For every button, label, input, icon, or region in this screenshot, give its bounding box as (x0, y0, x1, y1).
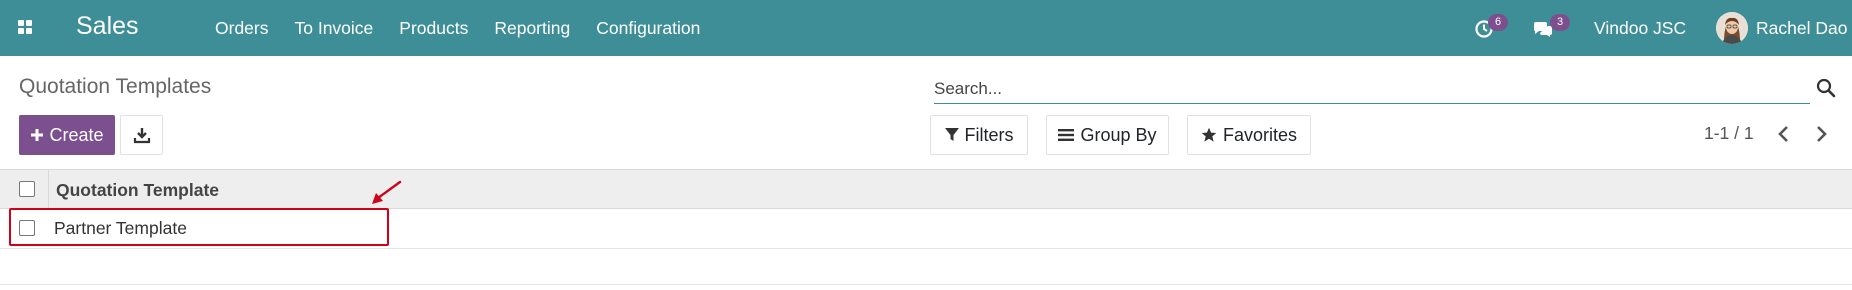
menu-item-to-invoice[interactable]: To Invoice (281, 0, 386, 56)
filters-button[interactable]: Filters (930, 115, 1028, 155)
chevron-right-icon[interactable] (1810, 123, 1832, 145)
activity-button[interactable]: 6 (1474, 0, 1514, 56)
user-menu[interactable]: Rachel Dao (1716, 0, 1847, 56)
annotation-highlight-box (9, 208, 389, 246)
create-button[interactable]: Create (19, 115, 115, 155)
favorites-label: Favorites (1222, 124, 1298, 145)
pager-value[interactable]: 1-1 / 1 (1704, 123, 1754, 144)
table-bottom-border (0, 284, 1852, 285)
avatar (1716, 12, 1748, 44)
column-header-quotation-template[interactable]: Quotation Template (56, 180, 219, 201)
top-navbar: Sales Orders To Invoice Products Reporti… (0, 0, 1852, 56)
message-count-badge: 3 (1550, 14, 1570, 31)
plus-icon (31, 129, 44, 141)
breadcrumb: Quotation Templates (19, 75, 212, 98)
chevron-left-icon[interactable] (1773, 123, 1795, 145)
company-switcher[interactable]: Vindoo JSC (1594, 0, 1686, 56)
create-label: Create (49, 124, 104, 145)
user-name: Rachel Dao (1756, 17, 1848, 38)
messages-button[interactable]: 3 (1532, 0, 1576, 56)
column-divider (48, 170, 49, 210)
app-title[interactable]: Sales (76, 12, 139, 41)
menu-item-configuration[interactable]: Configuration (583, 0, 713, 56)
activity-count-badge: 6 (1488, 14, 1508, 31)
select-all-checkbox[interactable] (19, 181, 35, 197)
favorites-button[interactable]: Favorites (1187, 115, 1311, 155)
search-bar (934, 76, 1810, 104)
download-icon (133, 128, 150, 144)
menu-item-products[interactable]: Products (386, 0, 481, 56)
filter-icon (944, 128, 959, 141)
download-button[interactable] (120, 115, 163, 155)
apps-menu-icon[interactable] (18, 20, 34, 36)
group-by-button[interactable]: Group By (1046, 115, 1169, 155)
filters-label: Filters (964, 124, 1014, 145)
annotation-arrow-icon (372, 180, 402, 204)
main-menu: Orders To Invoice Products Reporting Con… (202, 0, 713, 56)
company-name: Vindoo JSC (1594, 17, 1687, 38)
list-icon (1058, 129, 1075, 141)
star-icon (1201, 127, 1217, 142)
search-input[interactable] (934, 76, 1810, 99)
menu-item-reporting[interactable]: Reporting (481, 0, 583, 56)
menu-item-orders[interactable]: Orders (202, 0, 281, 56)
table-header: Quotation Template (0, 169, 1852, 210)
search-icon[interactable] (1816, 78, 1836, 98)
group-by-label: Group By (1080, 124, 1157, 145)
